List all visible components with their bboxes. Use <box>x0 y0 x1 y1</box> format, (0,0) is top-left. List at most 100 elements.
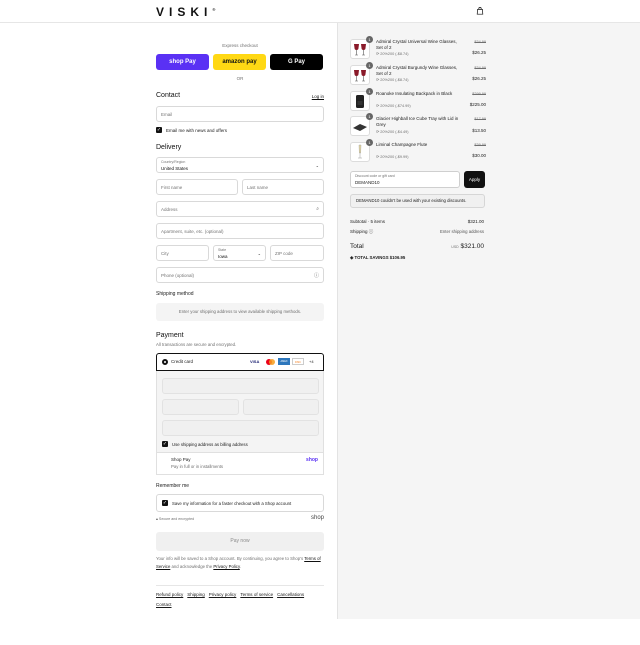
item-name: Roanoke Insulating Backpack in Black <box>376 91 453 96</box>
order-summary: 1 Admiral Crystal Universal Wine Glasses,… <box>337 23 640 619</box>
shop-pay-button[interactable]: shop Pay <box>156 54 209 70</box>
privacy-policy-link[interactable]: Privacy policy <box>209 592 237 597</box>
help-icon[interactable]: ⓘ <box>314 272 319 279</box>
credit-card-option[interactable]: Credit card VISA AMEX DISC +4 <box>156 353 324 371</box>
security-code-field[interactable] <box>243 399 319 415</box>
total-value: USD $321.00 <box>451 243 484 250</box>
quantity-badge: 1 <box>366 62 373 69</box>
shipping-link[interactable]: Shipping <box>187 592 205 597</box>
search-icon: ⌕ <box>316 206 319 212</box>
shop-logo: shop <box>310 515 324 521</box>
email-field[interactable]: Email <box>156 106 324 122</box>
info-icon[interactable]: ⓘ <box>369 229 374 234</box>
remember-me-title: Remember me <box>156 483 190 489</box>
google-pay-button[interactable]: G Pay <box>270 54 323 70</box>
item-name: Admiral Crystal Burgundy Wine Glasses, S… <box>376 65 458 76</box>
save-info-label: Save my information for a faster checkou… <box>172 501 292 506</box>
name-on-card-field[interactable] <box>162 420 319 436</box>
billing-checkbox[interactable]: ✓ <box>162 441 168 447</box>
apartment-field[interactable]: Apartment, suite, etc. (optional) <box>156 223 324 239</box>
city-field[interactable]: City <box>156 245 209 261</box>
logo[interactable]: VISKI® <box>156 5 215 19</box>
apply-button[interactable]: Apply <box>464 171 485 188</box>
item-price: $26.25 <box>472 50 486 55</box>
contact-title: Contact <box>156 92 181 99</box>
shipping-method-message: Enter your shipping address to view avai… <box>156 303 324 321</box>
refund-policy-link[interactable]: Refund policy <box>156 592 183 597</box>
item-price: $13.50 <box>472 128 486 133</box>
news-label: Email me with news and offers <box>166 128 227 133</box>
chevron-down-icon: ⌄ <box>315 163 319 168</box>
discover-icon: DISC <box>292 358 304 365</box>
amex-icon: AMEX <box>278 358 290 365</box>
credit-card-radio[interactable] <box>162 359 168 365</box>
discount-input[interactable]: Discount code or gift card DEMAND10 <box>350 171 460 188</box>
cart-item: 1 Admiral Crystal Burgundy Wine Glasses, … <box>350 62 486 87</box>
terms-of-service-link[interactable]: Terms of service <box>240 592 273 597</box>
item-price: $26.25 <box>472 76 486 81</box>
item-name: Liminal Champagne Flute <box>376 142 428 147</box>
payment-title: Payment <box>156 332 184 339</box>
item-price: $225.00 <box>469 102 486 107</box>
subtotal-value: $321.00 <box>467 219 484 224</box>
item-name: Glacier Highball Ice Cube Tray with Lid … <box>376 116 459 127</box>
total-savings: ◈ TOTAL SAVINGS $106.95 <box>350 255 406 260</box>
original-price: $299.99 <box>472 92 486 96</box>
contact-link[interactable]: Contact <box>156 602 172 607</box>
mastercard-icon <box>266 359 275 365</box>
state-select[interactable]: State Iowa ⌄ <box>213 245 266 261</box>
zip-field[interactable]: ZIP code <box>270 245 324 261</box>
quantity-badge: 1 <box>366 88 373 95</box>
item-name: Admiral Crystal Universal Wine Glasses, … <box>376 39 457 50</box>
item-discount: ⟳ 20%200 (-$4.49) <box>376 130 409 134</box>
subtotal-label: Subtotal · 5 items <box>350 219 386 224</box>
visa-icon: VISA <box>250 359 260 364</box>
shipping-value: Enter shipping address <box>440 229 484 234</box>
lock-icon: 🔒︎ <box>156 517 158 521</box>
amazon-pay-button[interactable]: amazon pay <box>213 54 266 70</box>
header: VISKI® <box>0 0 640 23</box>
footer-divider <box>156 585 324 586</box>
address-field[interactable]: Address ⌕ <box>156 201 324 217</box>
first-name-field[interactable]: First name <box>156 179 238 195</box>
phone-field[interactable]: Phone (optional) ⓘ <box>156 267 324 283</box>
tag-icon: ◈ <box>350 255 354 260</box>
shipping-label: Shipping ⓘ <box>350 229 374 234</box>
country-select[interactable]: Country/Region United States ⌄ <box>156 157 324 173</box>
chevron-down-icon: ⌄ <box>257 251 261 256</box>
card-number-field[interactable] <box>162 378 319 394</box>
shop-pay-option[interactable]: Shop Pay Pay in full or in installments … <box>156 453 324 475</box>
news-checkbox[interactable]: ✓ <box>156 127 162 133</box>
original-price: $17.99 <box>474 117 486 121</box>
shop-logo: shop <box>306 457 318 463</box>
payment-subtitle: All transactions are secure and encrypte… <box>156 342 237 347</box>
total-label: Total <box>350 243 364 250</box>
discount-error: DEMAND10 couldn't be used with your exis… <box>350 194 485 208</box>
item-discount: ⟳ 20%200 (-$8.74) <box>376 78 409 82</box>
original-price: $34.99 <box>474 40 486 44</box>
item-discount: ⟳ 20%200 (-$9.99) <box>376 155 409 159</box>
remember-me-box: ✓ Save my information for a faster check… <box>156 494 324 512</box>
privacy-link[interactable]: Privacy Policy <box>213 564 239 569</box>
pay-now-button[interactable]: Pay now <box>156 532 324 551</box>
login-link[interactable]: Log in <box>312 94 324 99</box>
last-name-field[interactable]: Last name <box>242 179 324 195</box>
shopping-bag-icon[interactable] <box>476 7 484 15</box>
cancellations-link[interactable]: Cancellations <box>277 592 304 597</box>
expiration-field[interactable] <box>162 399 239 415</box>
legal-text: Your info will be saved to a Shop accoun… <box>156 556 321 569</box>
cart-item: 1 Glacier Highball Ice Cube Tray with Lid… <box>350 113 486 138</box>
shipping-method-title: Shipping method <box>156 291 194 297</box>
quantity-badge: 1 <box>366 36 373 43</box>
item-discount: ⟳ 20%200 (-$8.74) <box>376 52 409 56</box>
card-form: ✓ Use shipping address as billing addres… <box>156 371 324 453</box>
delivery-title: Delivery <box>156 144 182 151</box>
cart-item: 1 Liminal Champagne Flute ⟳ 20%200 (-$9.99… <box>350 139 486 164</box>
cart-item: 1 Admiral Crystal Universal Wine Glasses,… <box>350 36 486 61</box>
express-checkout-title: Express checkout <box>222 43 258 48</box>
secure-note: 🔒︎ Secure and encrypted <box>156 517 195 521</box>
item-price: $30.00 <box>472 153 486 158</box>
quantity-badge: 1 <box>366 139 373 146</box>
billing-label: Use shipping address as billing address <box>172 442 248 447</box>
save-info-checkbox[interactable]: ✓ <box>162 500 168 506</box>
